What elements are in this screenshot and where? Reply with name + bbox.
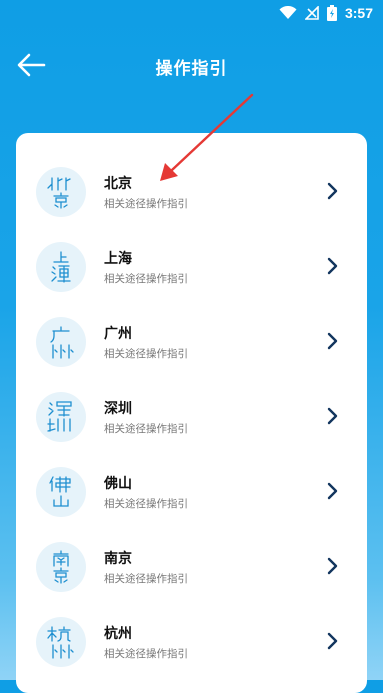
city-name: 广州 (104, 326, 132, 342)
city-subtitle: 相关途径操作指引 (104, 498, 188, 510)
list-item-hangzhou[interactable]: 杭州 相关途径操作指引 (16, 601, 367, 676)
chevron-right-icon (327, 332, 338, 350)
city-subtitle: 相关途径操作指引 (104, 573, 188, 585)
list-item-nanjing[interactable]: 南京 相关途径操作指引 (16, 526, 367, 601)
chevron-right-icon (327, 482, 338, 500)
city-name: 杭州 (104, 626, 132, 642)
chevron-right-icon (327, 182, 338, 200)
page-title: 操作指引 (155, 59, 228, 79)
city-name: 北京 (104, 176, 132, 192)
battery-charging-icon (326, 5, 337, 21)
foshan-seal-icon (36, 467, 86, 517)
list-item-shenzhen[interactable]: 深圳 相关途径操作指引 (16, 376, 367, 451)
city-name: 深圳 (104, 401, 132, 417)
city-name: 上海 (104, 251, 132, 267)
app-header: 操作指引 (0, 26, 383, 104)
chevron-right-icon (327, 407, 338, 425)
city-subtitle: 相关途径操作指引 (104, 648, 188, 660)
list-item-shanghai[interactable]: 上海 相关途径操作指引 (16, 226, 367, 301)
city-name: 南京 (104, 551, 132, 567)
list-item-guangzhou[interactable]: 广州 相关途径操作指引 (16, 301, 367, 376)
chevron-right-icon (327, 632, 338, 650)
city-subtitle: 相关途径操作指引 (104, 423, 188, 435)
no-signal-icon (304, 5, 319, 20)
list-item-beijing[interactable]: 北京 相关途径操作指引 (16, 151, 367, 226)
hangzhou-seal-icon (36, 617, 86, 667)
shanghai-seal-icon (36, 242, 86, 292)
city-subtitle: 相关途径操作指引 (104, 348, 188, 360)
nanjing-seal-icon (36, 542, 86, 592)
status-time: 3:57 (344, 5, 373, 21)
shenzhen-seal-icon (36, 392, 86, 442)
chevron-right-icon (327, 257, 338, 275)
beijing-seal-icon (36, 167, 86, 217)
chevron-right-icon (327, 557, 338, 575)
city-subtitle: 相关途径操作指引 (104, 198, 188, 210)
city-name: 佛山 (104, 476, 132, 492)
status-bar: 3:57 (0, 0, 383, 26)
wifi-icon (279, 5, 297, 20)
city-list-card: 北京 相关途径操作指引 上海 相关途径操作指引 广州 相关途径操作指引 深圳 相… (16, 133, 367, 693)
city-subtitle: 相关途径操作指引 (104, 273, 188, 285)
guangzhou-seal-icon (36, 317, 86, 367)
list-item-foshan[interactable]: 佛山 相关途径操作指引 (16, 451, 367, 526)
